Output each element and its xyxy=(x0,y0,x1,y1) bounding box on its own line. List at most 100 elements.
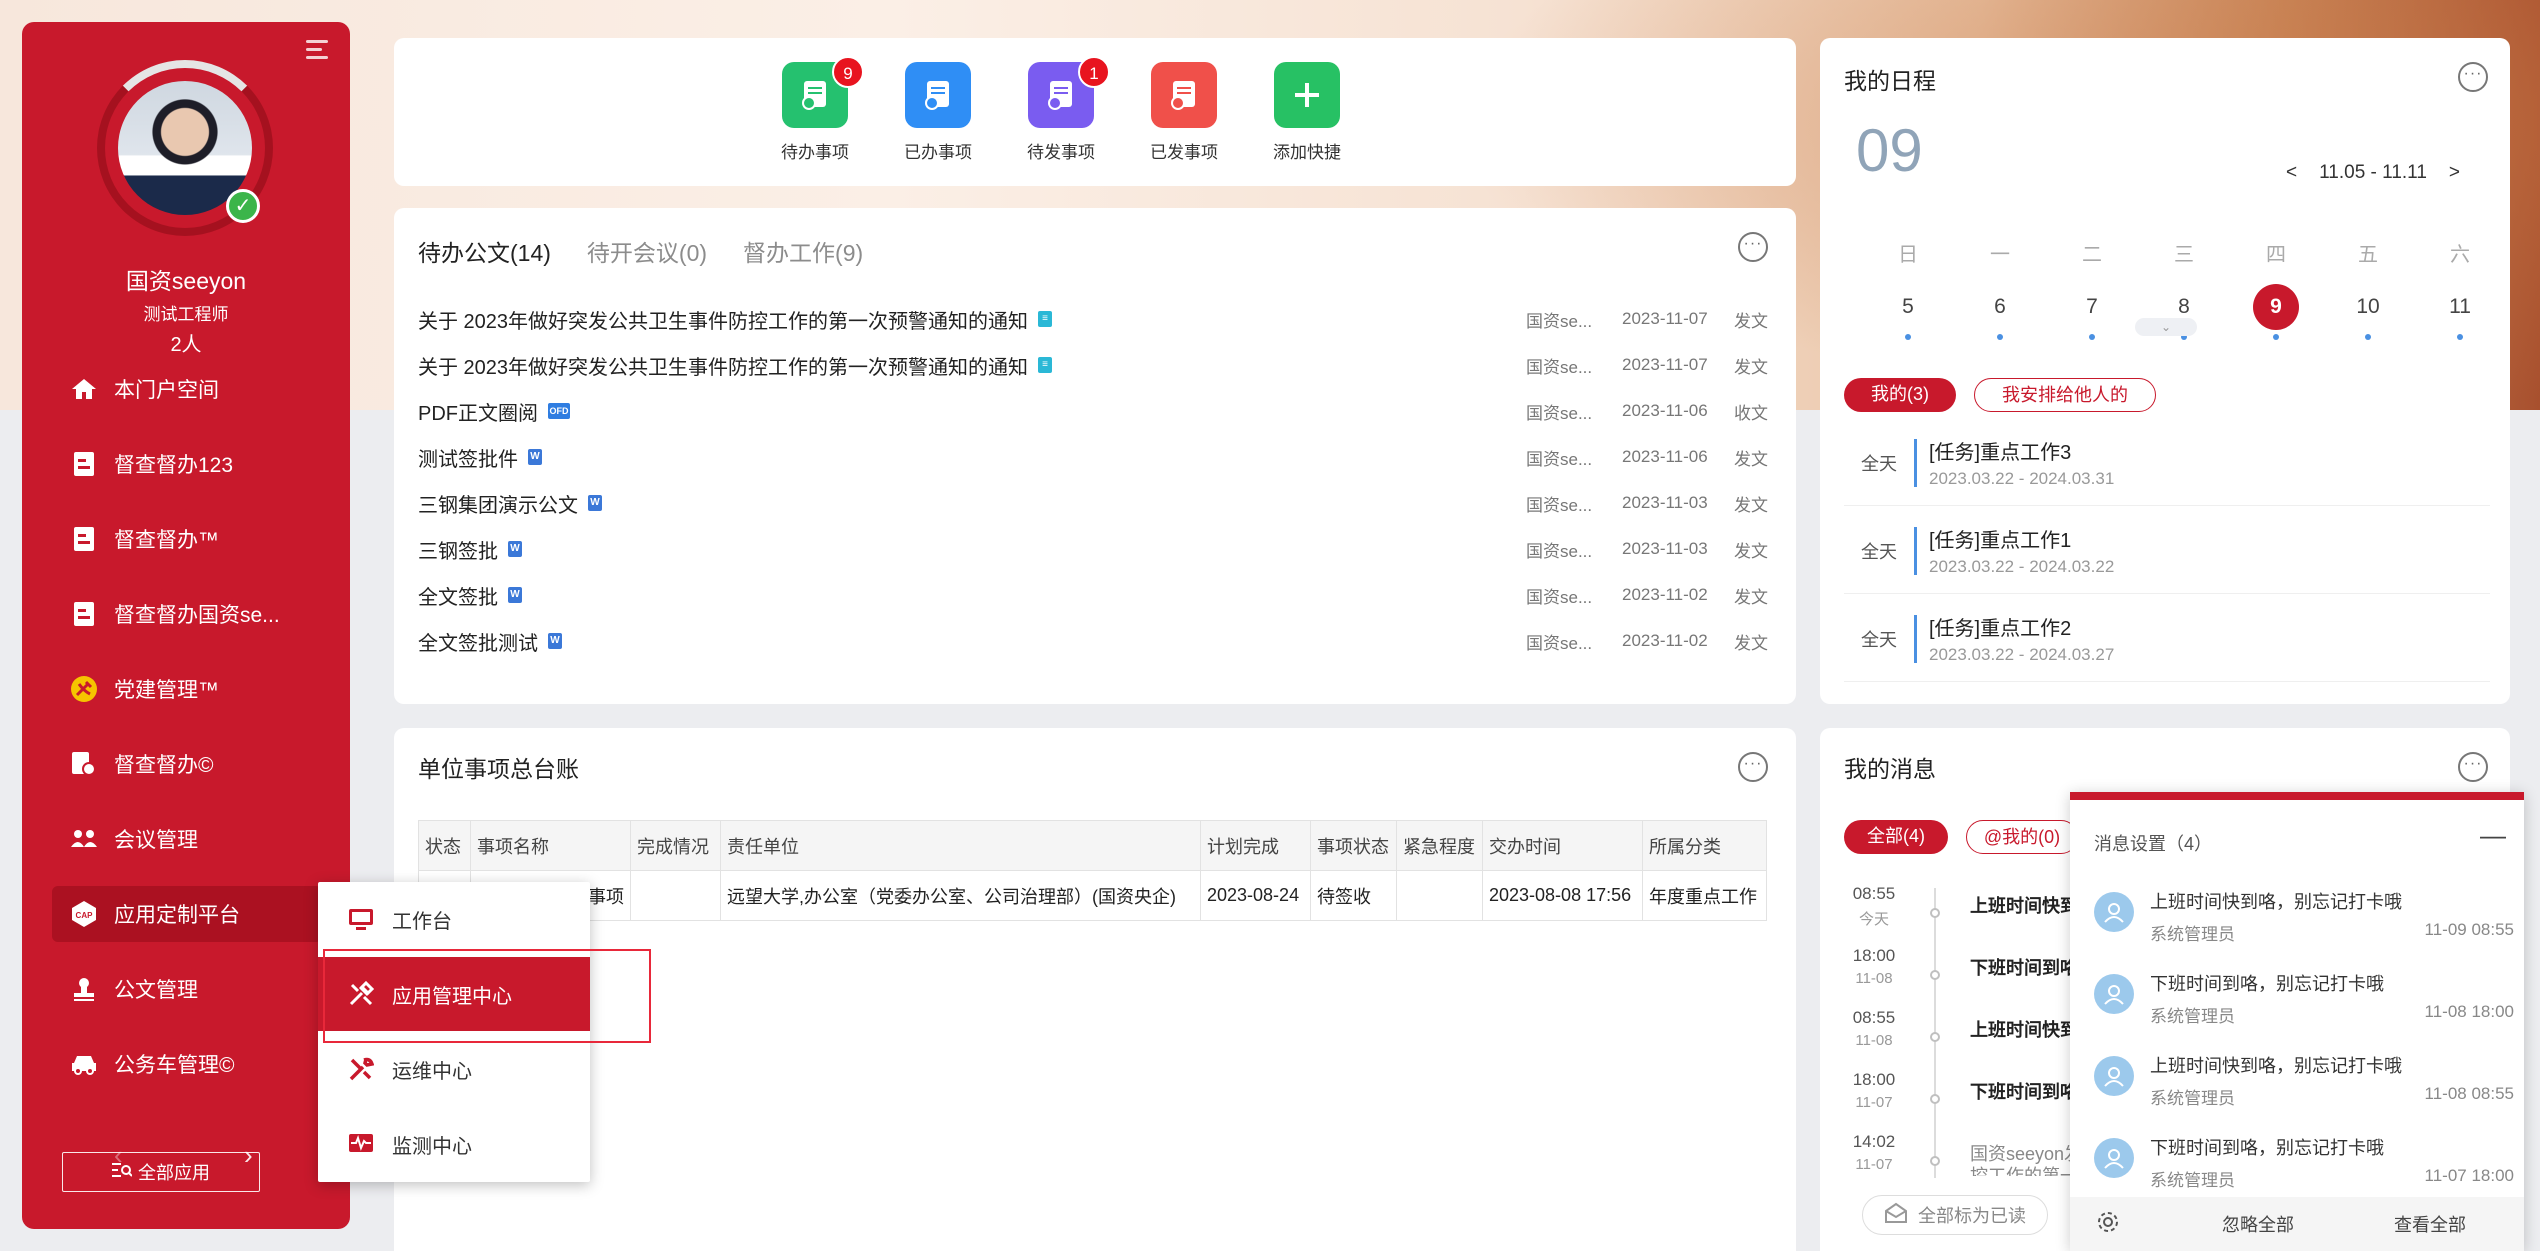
shortcut-pending[interactable]: 9 待办事项 xyxy=(760,38,870,163)
message-item[interactable]: 18:00 11-07 下班时间到咯 xyxy=(1844,1070,2104,1132)
prev-week-icon[interactable]: < xyxy=(2286,162,2297,184)
shortcut-label: 添加快捷 xyxy=(1273,143,1341,162)
doc-row[interactable]: 测试签批件 W 国资se... 2023-11-06 发文 xyxy=(418,434,1768,480)
wrench-icon xyxy=(348,1056,374,1082)
column-header[interactable]: 紧急程度 xyxy=(1396,820,1483,871)
event-dot xyxy=(2273,334,2279,340)
event-dot xyxy=(2089,334,2095,340)
ignore-all-button[interactable]: 忽略全部 xyxy=(2222,1211,2294,1237)
column-header[interactable]: 事项状态 xyxy=(1310,820,1397,871)
calendar-date[interactable]: 7 xyxy=(2069,284,2115,330)
message-item[interactable]: 08:55 今天 上班时间快到 xyxy=(1844,884,2104,946)
more-icon[interactable]: ··· xyxy=(1738,752,1768,782)
sidebar-item-meeting[interactable]: 会议管理 xyxy=(52,811,322,867)
timeline-dot xyxy=(1930,970,1940,980)
doc-title[interactable]: 测试签批件 xyxy=(418,443,518,472)
column-header[interactable]: 状态 xyxy=(418,820,471,871)
submenu-item-workbench[interactable]: 工作台 xyxy=(318,882,590,956)
column-header[interactable]: 完成情况 xyxy=(630,820,721,871)
event-bar xyxy=(1914,438,1917,487)
view-all-button[interactable]: 查看全部 xyxy=(2394,1211,2466,1237)
sidebar-item-party[interactable]: 党建管理™ xyxy=(52,661,322,717)
tab-all-messages[interactable]: 全部(4) xyxy=(1844,820,1948,854)
doc-row[interactable]: PDF正文圈阅 OFD 国资se... 2023-11-06 收文 xyxy=(418,388,1768,434)
doc-row[interactable]: 全文签批 W 国资se... 2023-11-02 发文 xyxy=(418,572,1768,618)
message-item[interactable]: 08:55 11-08 上班时间快到 xyxy=(1844,1008,2104,1070)
doc-title[interactable]: 关于 2023年做好突发公共卫生事件防控工作的第一次预警通知的通知 xyxy=(418,351,1028,380)
doc-title[interactable]: 三钢集团演示公文 xyxy=(418,489,578,518)
sidebar-item-portal[interactable]: 本门户空间 xyxy=(52,361,322,417)
mark-all-read-button[interactable]: 全部标为已读 xyxy=(1862,1195,2048,1235)
more-icon[interactable]: ··· xyxy=(2458,62,2488,92)
calendar-date[interactable]: 6 xyxy=(1977,284,2023,330)
doc-date: 2023-11-02 xyxy=(1622,631,1708,650)
event-title: [任务]重点工作1 xyxy=(1929,530,2072,552)
next-week-icon[interactable]: > xyxy=(2449,162,2460,184)
sidebar-item-vehicle[interactable]: 公务车管理© xyxy=(52,1036,322,1092)
sidebar-item-official-doc[interactable]: 公文管理 xyxy=(52,961,322,1017)
ofd-file-icon: OFD xyxy=(548,403,570,419)
doc-sender: 国资se... xyxy=(1526,311,1593,331)
submenu-item-monitor[interactable]: 监测中心 xyxy=(318,1107,590,1181)
column-header[interactable]: 交办时间 xyxy=(1482,820,1643,871)
doc-title[interactable]: 三钢签批 xyxy=(418,535,498,564)
doc-row[interactable]: 全文签批测试 W 国资se... 2023-11-02 发文 xyxy=(418,618,1768,664)
schedule-event[interactable]: 全天 [任务]重点工作3 2023.03.22 - 2024.03.31 xyxy=(1844,420,2490,506)
doc-title[interactable]: PDF正文圈阅 xyxy=(418,397,538,426)
more-icon[interactable]: ··· xyxy=(2458,752,2488,782)
doc-title[interactable]: 关于 2023年做好突发公共卫生事件防控工作的第一次预警通知的通知 xyxy=(418,305,1028,334)
gear-icon[interactable] xyxy=(2096,1210,2120,1239)
stamp-icon xyxy=(70,975,98,1003)
column-header[interactable]: 计划完成 xyxy=(1200,820,1311,871)
doc-row[interactable]: 关于 2023年做好突发公共卫生事件防控工作的第一次预警通知的通知 ≡ 国资se..… xyxy=(418,296,1768,342)
more-icon[interactable]: ··· xyxy=(1738,232,1768,262)
calendar-date[interactable]: 11 xyxy=(2437,284,2483,330)
submenu-item-ops[interactable]: 运维中心 xyxy=(318,1032,590,1106)
calendar-date-today[interactable]: 9 xyxy=(2253,284,2299,330)
column-header[interactable]: 事项名称 xyxy=(470,820,631,871)
shortcut-to-send[interactable]: 1 待发事项 xyxy=(1006,38,1116,163)
calendar-date[interactable]: 5 xyxy=(1885,284,1931,330)
tab-my-schedule[interactable]: 我的(3) xyxy=(1844,378,1956,412)
tab-mentions[interactable]: @我的(0) xyxy=(1966,820,2078,854)
notification-item[interactable]: 上班时间快到咯，别忘记打卡哦 系统管理员 11-09 08:55 xyxy=(2094,882,2514,964)
tab-pending-meetings[interactable]: 待开会议(0) xyxy=(587,234,707,268)
tab-assigned-schedule[interactable]: 我安排给他人的 xyxy=(1974,378,2156,412)
doc-row[interactable]: 三钢签批 W 国资se... 2023-11-03 发文 xyxy=(418,526,1768,572)
doc-date: 2023-11-03 xyxy=(1622,539,1708,558)
tab-pending-docs[interactable]: 待办公文(14) xyxy=(418,234,551,268)
sidebar-item-supervise-c[interactable]: 督查督办© xyxy=(52,736,322,792)
schedule-event[interactable]: 全天 [任务]重点工作2 2023.03.22 - 2024.03.27 xyxy=(1844,596,2490,682)
message-item[interactable]: 14:02 11-07 国资seeyon发 控工作的第一 xyxy=(1844,1132,2104,1176)
doc-sender: 国资se... xyxy=(1526,541,1593,561)
shortcut-label: 已办事项 xyxy=(904,143,972,162)
notification-item[interactable]: 下班时间到咯，别忘记打卡哦 系统管理员 11-08 18:00 xyxy=(2094,964,2514,1046)
online-check-icon: ✓ xyxy=(226,189,260,223)
message-item[interactable]: 18:00 11-08 下班时间到咯 xyxy=(1844,946,2104,1008)
user-name[interactable]: 国资seeyon xyxy=(22,262,350,296)
shortcut-add[interactable]: 添加快捷 xyxy=(1252,38,1362,163)
minimize-icon[interactable]: — xyxy=(2480,820,2506,851)
column-header[interactable]: 责任单位 xyxy=(720,820,1201,871)
shortcut-sent[interactable]: 已发事项 xyxy=(1129,38,1239,163)
sidebar-item-supervise-123[interactable]: 督查督办123 xyxy=(52,436,322,492)
expand-calendar-icon[interactable]: ⌄ xyxy=(2135,318,2197,336)
doc-file-icon: ≡ xyxy=(1038,311,1053,327)
doc-row[interactable]: 三钢集团演示公文 W 国资se... 2023-11-03 发文 xyxy=(418,480,1768,526)
tab-supervise-work[interactable]: 督办工作(9) xyxy=(743,234,863,268)
notification-item[interactable]: 上班时间快到咯，别忘记打卡哦 系统管理员 11-08 08:55 xyxy=(2094,1046,2514,1128)
schedule-event[interactable]: 全天 [任务]重点工作1 2023.03.22 - 2024.03.22 xyxy=(1844,508,2490,594)
week-navigator: < 11.05 - 11.11 > xyxy=(2286,162,2460,184)
doc-row[interactable]: 关于 2023年做好突发公共卫生事件防控工作的第一次预警通知的通知 ≡ 国资se..… xyxy=(418,342,1768,388)
doc-title[interactable]: 全文签批测试 xyxy=(418,627,538,656)
collapse-sidebar-icon[interactable] xyxy=(306,38,334,62)
table-row[interactable]: 事项 远望大学,办公室（党委办公室、公司治理部）(国资央企) 2023-08-2… xyxy=(418,870,1767,921)
shortcut-done[interactable]: 已办事项 xyxy=(883,38,993,163)
sidebar-item-supervise-guozi[interactable]: 督查督办国资se... xyxy=(52,586,322,642)
doc-title[interactable]: 全文签批 xyxy=(418,581,498,610)
sidebar-item-app-platform[interactable]: CAP 应用定制平台 xyxy=(52,886,322,942)
column-header[interactable]: 所属分类 xyxy=(1642,820,1767,871)
all-apps-button[interactable]: 全部应用 xyxy=(62,1152,260,1192)
sidebar-item-supervise-tm[interactable]: 督查督办™ xyxy=(52,511,322,567)
calendar-date[interactable]: 10 xyxy=(2345,284,2391,330)
